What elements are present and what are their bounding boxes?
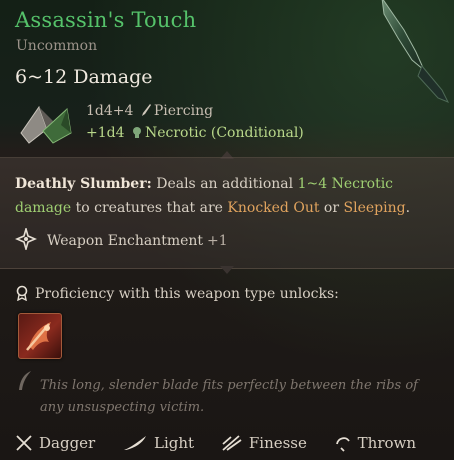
- weapon-action-tile[interactable]: [18, 313, 62, 359]
- quill-icon: [19, 371, 31, 390]
- item-tooltip: Assassin's Touch Uncommon 6~12 Damage 1d…: [0, 0, 454, 460]
- feather-icon: [124, 436, 147, 450]
- condition-sleeping[interactable]: Sleeping: [344, 200, 406, 216]
- damage-line-piercing: 1d4+4 Piercing: [86, 103, 213, 119]
- thrown-icon: [335, 437, 350, 452]
- weapon-enchantment: Weapon Enchantment +1: [15, 228, 228, 250]
- dagger-image: [381, 0, 450, 103]
- proficiency-heading: Proficiency with this weapon type unlock…: [15, 285, 339, 302]
- weapon-action-icon: [26, 322, 51, 351]
- passive-name: Deathly Slumber:: [15, 176, 152, 192]
- property-light[interactable]: Light: [122, 434, 194, 452]
- item-lore: This long, slender blade fits perfectly …: [40, 378, 418, 415]
- piercing-icon: [141, 104, 151, 116]
- slash-icon: [222, 435, 242, 451]
- proficiency-icon: [16, 285, 28, 301]
- item-name: Assassin's Touch: [15, 8, 197, 32]
- enchantment-value: +1: [207, 233, 228, 249]
- crossed-daggers-icon: [16, 435, 32, 451]
- damage-type-1: Piercing: [153, 103, 214, 119]
- damage-type-2: Necrotic (Conditional): [144, 125, 304, 141]
- item-rarity: Uncommon: [16, 38, 98, 54]
- damage-dice-2: +1d4: [86, 125, 125, 141]
- passive-description: Deathly Slumber: Deals an additional 1~4…: [15, 176, 411, 216]
- property-dagger[interactable]: Dagger: [15, 434, 95, 452]
- enchantment-label: Weapon Enchantment: [47, 233, 204, 249]
- damage-dice-icon: [20, 105, 72, 144]
- necrotic-damage-range: 1~4 Necrotic: [297, 176, 394, 192]
- enchantment-icon: [15, 228, 37, 250]
- property-finesse[interactable]: Finesse: [221, 434, 307, 452]
- divider-notch: [220, 266, 234, 274]
- property-thrown[interactable]: Thrown: [334, 434, 416, 452]
- damage-line-necrotic: +1d4 Necrotic (Conditional): [86, 125, 304, 141]
- damage-total: 6~12 Damage: [15, 66, 153, 88]
- condition-knocked-out[interactable]: Knocked Out: [227, 200, 319, 216]
- weapon-properties: Dagger Light Finesse Thrown: [15, 434, 438, 456]
- damage-dice-1: 1d4+4: [86, 103, 134, 119]
- necrotic-icon: [132, 127, 141, 138]
